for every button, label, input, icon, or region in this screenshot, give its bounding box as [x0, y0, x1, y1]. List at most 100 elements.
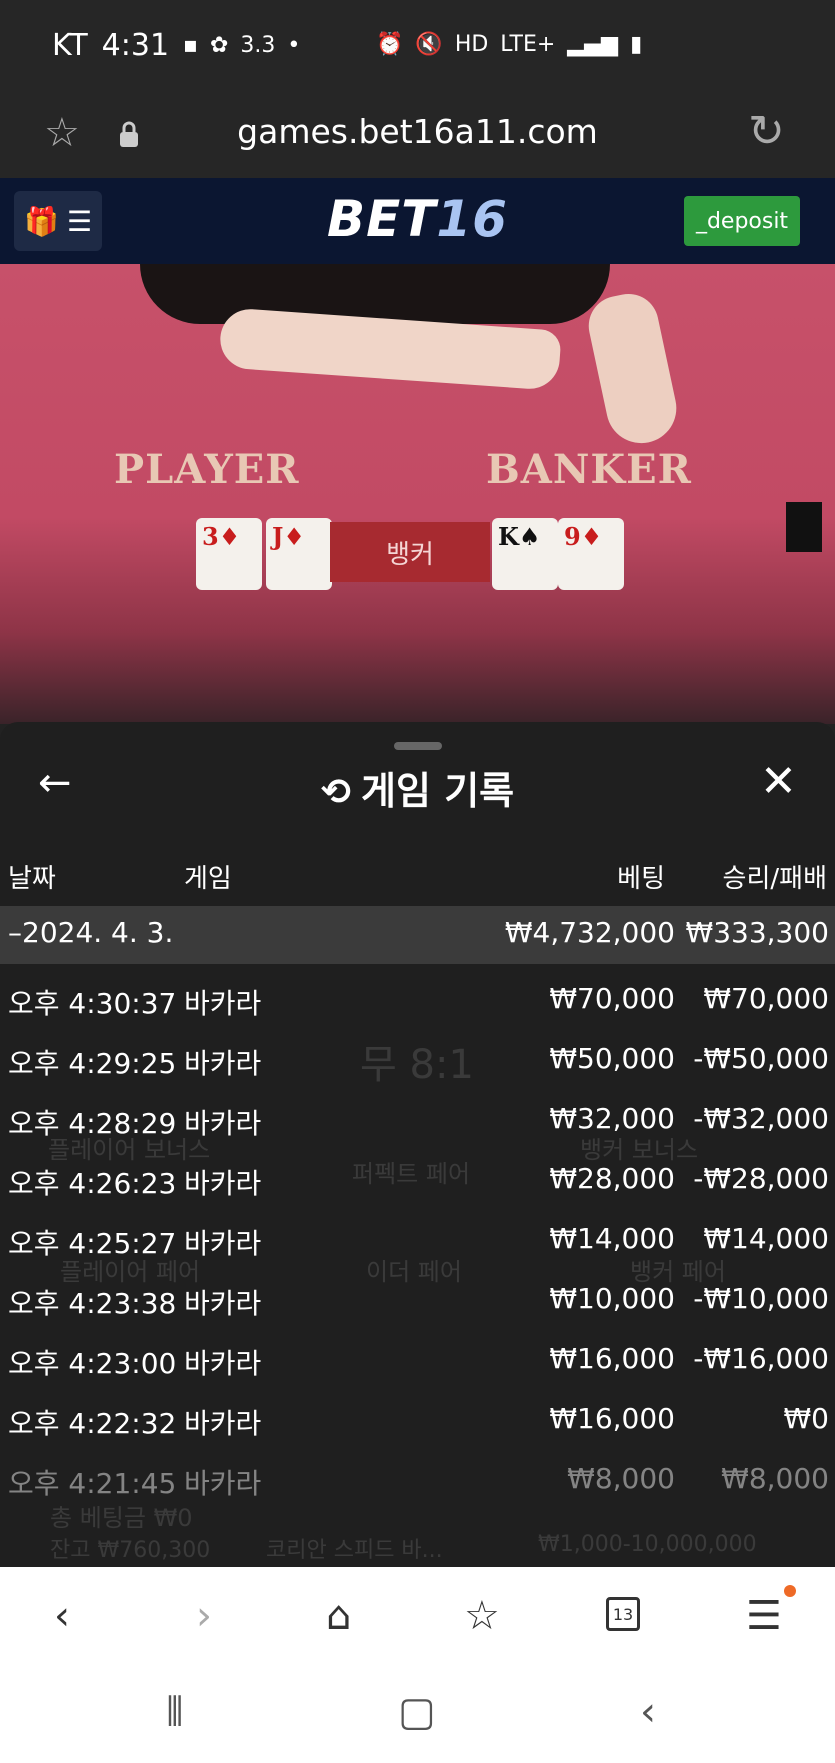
- history-row[interactable]: 오후 4:21:45 바카라 ₩8,000 ₩8,000: [0, 1450, 835, 1510]
- history-row[interactable]: 오후 4:30:37 바카라 ₩70,000 ₩70,000: [0, 970, 835, 1030]
- status-right: ⏰ 🔇 HD LTE+ ▂▄▆ ▮: [376, 32, 642, 57]
- panel-title-text: 게임 기록: [361, 769, 515, 813]
- app-header: 🎁 ☰ BET16 _deposit: [0, 178, 835, 264]
- history-row[interactable]: 오후 4:28:29 바카라 ₩32,000 -₩32,000: [0, 1090, 835, 1150]
- row-bet: ₩28,000: [549, 1162, 675, 1195]
- card-rank: K: [498, 522, 519, 551]
- row-result: ₩14,000: [703, 1222, 829, 1255]
- history-row[interactable]: 오후 4:23:00 바카라 ₩16,000 -₩16,000: [0, 1330, 835, 1390]
- home-square-icon[interactable]: ▢: [398, 1689, 436, 1735]
- game-video: PLAYER BANKER 3♦ J♦ 뱅커 K♠ 9♦: [0, 264, 835, 724]
- player-card: J♦: [266, 518, 332, 590]
- browser-url-bar: ☆ games.bet16a11.com ↻: [0, 96, 835, 178]
- row-game: 바카라: [184, 1287, 262, 1320]
- row-time: 오후 4:23:00: [8, 1347, 177, 1380]
- row-time: 오후 4:21:45: [8, 1467, 177, 1500]
- card-suit: ♦: [283, 522, 305, 551]
- app-notification-icon: ✿: [209, 33, 229, 58]
- notification-icons: ▪ ✿ 3.3 •: [183, 33, 300, 58]
- network-label: LTE+: [500, 32, 556, 57]
- date-summary-row[interactable]: –2024. 4. 3. ₩4,732,000 ₩333,300: [0, 906, 835, 964]
- browser-nav-bar: ‹ › ⌂ ☆ 13 ☰: [0, 1567, 835, 1667]
- drag-handle[interactable]: [394, 742, 442, 750]
- summary-date: –2024. 4. 3.: [8, 916, 174, 949]
- card-rank: J: [272, 522, 284, 551]
- forward-icon[interactable]: ›: [196, 1593, 212, 1639]
- history-icon: ⟲: [320, 772, 352, 813]
- hd-icon: HD: [454, 32, 489, 57]
- row-result: -₩28,000: [693, 1162, 829, 1195]
- browser-menu-icon[interactable]: ☰: [746, 1593, 782, 1639]
- row-time: 오후 4:29:25: [8, 1047, 177, 1080]
- row-game: 바카라: [184, 1107, 262, 1140]
- clock: 4:31: [101, 28, 170, 63]
- row-game: 바카라: [184, 987, 262, 1020]
- card-suit: ♠: [518, 522, 541, 551]
- column-header-bet: 베팅: [617, 864, 665, 894]
- row-result: ₩70,000: [703, 982, 829, 1015]
- card-suit: ♦: [580, 522, 603, 551]
- row-bet: ₩14,000: [549, 1222, 675, 1255]
- history-row[interactable]: 오후 4:25:27 바카라 ₩14,000 ₩14,000: [0, 1210, 835, 1270]
- player-label: PLAYER: [114, 446, 300, 493]
- row-bet: ₩70,000: [549, 982, 675, 1015]
- close-icon[interactable]: ✕: [760, 756, 797, 807]
- reload-icon[interactable]: ↻: [748, 106, 785, 157]
- home-icon[interactable]: ⌂: [326, 1593, 351, 1639]
- bg-table-name: 코리안 스피드 바...: [266, 1538, 443, 1563]
- mute-icon: 🔇: [415, 32, 443, 57]
- system-back-icon[interactable]: ‹: [640, 1689, 656, 1735]
- history-row[interactable]: 오후 4:26:23 바카라 ₩28,000 -₩28,000: [0, 1150, 835, 1210]
- status-bar: KT 4:31 ▪ ✿ 3.3 • ⏰ 🔇 HD LTE+ ▂▄▆ ▮: [0, 0, 835, 96]
- banker-label: BANKER: [486, 446, 692, 493]
- note-icon: ▪: [183, 33, 198, 58]
- carrier-label: KT: [52, 28, 88, 63]
- signal-icon: ▂▄▆: [567, 32, 619, 57]
- bookmarks-icon[interactable]: ☆: [464, 1593, 500, 1639]
- row-game: 바카라: [184, 1407, 262, 1440]
- summary-bet: ₩4,732,000: [504, 916, 675, 949]
- tab-count: 13: [612, 1604, 634, 1624]
- panel-title: ⟲ 게임 기록: [0, 760, 835, 815]
- back-icon[interactable]: ‹: [54, 1593, 70, 1639]
- row-result: -₩50,000: [693, 1042, 829, 1075]
- recent-apps-icon[interactable]: ⦀: [166, 1689, 184, 1735]
- row-bet: ₩50,000: [549, 1042, 675, 1075]
- dealer: [140, 264, 610, 324]
- column-header-date: 날짜: [8, 864, 56, 894]
- deposit-button[interactable]: _deposit: [684, 196, 800, 246]
- history-row[interactable]: 오후 4:23:38 바카라 ₩10,000 -₩10,000: [0, 1270, 835, 1330]
- player-card: 3♦: [196, 518, 262, 590]
- summary-win-loss: ₩333,300: [685, 916, 829, 949]
- row-result: -₩32,000: [693, 1102, 829, 1135]
- column-header-win-loss: 승리/패배: [722, 864, 827, 894]
- game-history-panel: 무 8:1 플레이어 보너스 뱅커 보너스 퍼펙트 페어 플레이어 페어 이더 …: [0, 722, 835, 1567]
- row-game: 바카라: [184, 1227, 262, 1260]
- row-time: 오후 4:30:37: [8, 987, 177, 1020]
- row-game: 바카라: [184, 1467, 262, 1500]
- banker-card: K♠: [492, 518, 558, 590]
- battery-icon: ▮: [630, 32, 643, 57]
- url-text[interactable]: games.bet16a11.com: [0, 112, 835, 151]
- tabs-icon[interactable]: 13: [606, 1597, 640, 1631]
- menu-notification-dot-icon: [784, 1585, 796, 1597]
- row-result: ₩0: [783, 1402, 830, 1435]
- alarm-icon: ⏰: [376, 32, 404, 57]
- logo-number: 16: [436, 190, 508, 248]
- history-row[interactable]: 오후 4:29:25 바카라 ₩50,000 -₩50,000: [0, 1030, 835, 1090]
- row-time: 오후 4:22:32: [8, 1407, 177, 1440]
- history-row[interactable]: 오후 4:22:32 바카라 ₩16,000 ₩0: [0, 1390, 835, 1450]
- banker-card: 9♦: [558, 518, 624, 590]
- system-nav-bar: ⦀ ▢ ‹: [0, 1667, 835, 1763]
- row-bet: ₩16,000: [549, 1342, 675, 1375]
- dealer-hand-right: [583, 288, 683, 450]
- result-banner: 뱅커: [330, 522, 490, 582]
- row-result: ₩8,000: [721, 1462, 829, 1495]
- row-bet: ₩16,000: [549, 1402, 675, 1435]
- column-header-game: 게임: [184, 864, 232, 894]
- bg-limits: ₩1,000-10,000,000: [538, 1532, 757, 1557]
- row-time: 오후 4:28:29: [8, 1107, 177, 1140]
- card-shoe: [786, 502, 822, 552]
- card-suit: ♦: [218, 522, 241, 551]
- card-rank: 3: [202, 522, 219, 551]
